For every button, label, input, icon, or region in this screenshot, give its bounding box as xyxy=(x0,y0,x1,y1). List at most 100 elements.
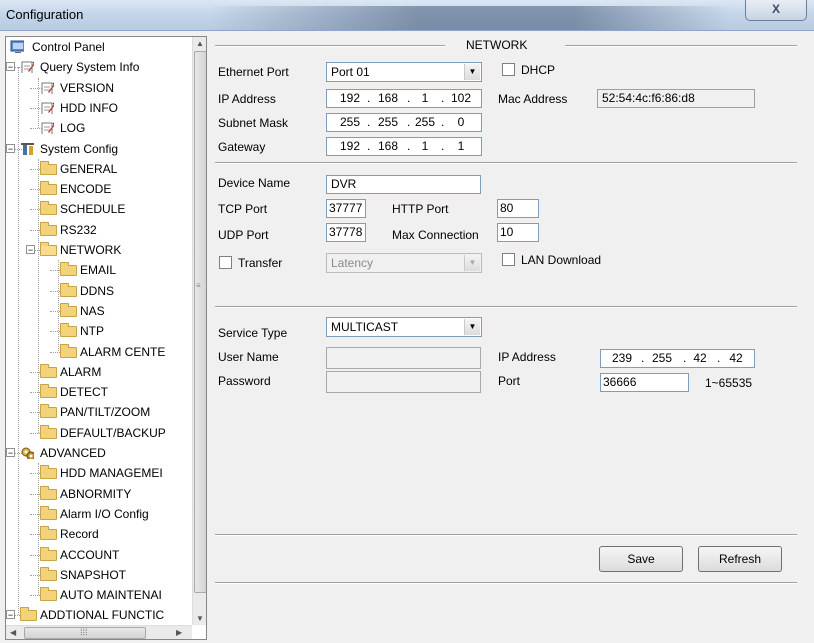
device-name-label: Device Name xyxy=(218,176,291,190)
ip-address-input[interactable]: 192. 168. 1. 102 xyxy=(326,89,482,108)
tree-item-label: ADDTIONAL FUNCTIC xyxy=(40,608,165,623)
tree-item-label: ABNORMITY xyxy=(60,486,132,501)
refresh-button[interactable]: Refresh xyxy=(698,546,782,572)
gateway-input[interactable]: 192. 168. 1. 1 xyxy=(326,137,482,156)
document-icon xyxy=(41,122,54,135)
tree-item-abnormity[interactable]: ABNORMITY xyxy=(6,484,192,504)
tree-item-alarm-i-o-config[interactable]: Alarm I/O Config xyxy=(6,504,192,524)
http-port-input[interactable]: 80 xyxy=(497,199,539,218)
tree-item-email[interactable]: EMAIL xyxy=(6,260,192,280)
port-input[interactable]: 36666 xyxy=(600,373,689,392)
chevron-down-icon: ▼ xyxy=(464,319,480,335)
service-ip-octet: 239 xyxy=(611,351,633,365)
tree-item-hdd-managemei[interactable]: HDD MANAGEMEI xyxy=(6,463,192,483)
service-type-value: MULTICAST xyxy=(331,320,399,334)
dhcp-checkbox[interactable] xyxy=(502,63,515,76)
tree-item-ntp[interactable]: NTP xyxy=(6,321,192,341)
scroll-down-arrow-icon[interactable]: ▼ xyxy=(196,614,204,623)
tree-item-query-system-info[interactable]: − Query System Info xyxy=(6,57,192,77)
document-icon xyxy=(41,82,54,94)
tree-item-label: SCHEDULE xyxy=(60,202,126,217)
password-input[interactable] xyxy=(326,371,481,393)
tree-item-control-panel[interactable]: Control Panel xyxy=(6,37,192,57)
tree-item-general[interactable]: GENERAL xyxy=(6,159,192,179)
folder-icon xyxy=(40,221,57,236)
folder-icon xyxy=(40,465,57,480)
tree-item-hdd-info[interactable]: HDD INFO xyxy=(6,98,192,118)
http-port-label: HTTP Port xyxy=(392,202,449,216)
tree-item-advanced[interactable]: − ADVANCED xyxy=(6,443,192,463)
folder-icon xyxy=(40,404,57,419)
folder-icon xyxy=(40,587,57,602)
scroll-left-arrow-icon[interactable]: ◀ xyxy=(10,628,16,637)
dhcp-label: DHCP xyxy=(521,63,556,77)
tree-item-label: ENCODE xyxy=(60,182,112,197)
folder-icon xyxy=(40,485,57,500)
collapse-toggle-icon[interactable]: − xyxy=(6,62,15,72)
ip-octet: 168 xyxy=(377,91,399,105)
collapse-toggle-icon[interactable]: − xyxy=(6,610,15,620)
tree-item-label: NETWORK xyxy=(60,243,122,257)
transfer-checkbox[interactable] xyxy=(219,256,232,269)
tree-item-alarm-cente[interactable]: ALARM CENTE xyxy=(6,342,192,362)
scroll-right-arrow-icon[interactable]: ▶ xyxy=(176,628,182,637)
folder-icon xyxy=(60,302,77,317)
service-ip-input[interactable]: 239. 255. 42. 42 xyxy=(600,349,755,368)
tree-item-label: GENERAL xyxy=(60,161,118,176)
transfer-select[interactable]: Latency ▼ xyxy=(326,253,482,273)
transfer-label: Transfer xyxy=(238,256,283,270)
max-connection-input[interactable]: 10 xyxy=(497,223,539,242)
tree-vertical-scroll-thumb[interactable] xyxy=(194,51,206,593)
tree-item-label: DEFAULT/BACKUP xyxy=(60,425,166,440)
tree-item-addtional-functic[interactable]: − ADDTIONAL FUNCTIC xyxy=(6,605,192,625)
scroll-up-arrow-icon[interactable]: ▲ xyxy=(196,39,204,48)
udp-port-input[interactable]: 37778 xyxy=(326,223,366,242)
folder-icon xyxy=(40,566,57,581)
tree-item-record[interactable]: Record xyxy=(6,524,192,544)
tcp-port-input[interactable]: 37777 xyxy=(326,199,366,218)
document-icon xyxy=(41,102,54,114)
subnet-octet: 255 xyxy=(414,115,436,129)
tree-item-network[interactable]: − NETWORK xyxy=(6,240,192,260)
divider xyxy=(215,306,797,308)
device-name-input[interactable]: DVR xyxy=(326,175,481,194)
tree-item-rs232[interactable]: RS232 xyxy=(6,220,192,240)
close-button[interactable]: X xyxy=(745,0,807,21)
tree-item-label: HDD MANAGEMEI xyxy=(60,466,163,481)
tree-item-label: EMAIL xyxy=(80,263,117,278)
collapse-toggle-icon[interactable]: − xyxy=(6,143,15,153)
service-ip-octet: 255 xyxy=(651,351,673,365)
ethernet-port-select[interactable]: Port 01 ▼ xyxy=(326,62,482,82)
tree-item-encode[interactable]: ENCODE xyxy=(6,179,192,199)
collapse-toggle-icon[interactable]: − xyxy=(26,245,35,255)
tree-item-ddns[interactable]: DDNS xyxy=(6,281,192,301)
tree-item-detect[interactable]: DETECT xyxy=(6,382,192,402)
tree-item-system-config[interactable]: − System Config xyxy=(6,139,192,159)
tree-item-account[interactable]: ACCOUNT xyxy=(6,545,192,565)
tree-item-label: Query System Info xyxy=(40,60,140,75)
tree-item-nas[interactable]: NAS xyxy=(6,301,192,321)
folder-icon xyxy=(40,424,57,439)
tree-item-alarm[interactable]: ALARM xyxy=(6,362,192,382)
lan-download-checkbox[interactable] xyxy=(502,253,515,266)
tree-item-label: VERSION xyxy=(60,80,115,95)
tree-item-label: NAS xyxy=(80,303,105,318)
tree-item-auto-maintenai[interactable]: AUTO MAINTENAI xyxy=(6,585,192,605)
service-type-select[interactable]: MULTICAST ▼ xyxy=(326,317,482,337)
chevron-down-icon: ▼ xyxy=(464,64,480,80)
tree-item-schedule[interactable]: SCHEDULE xyxy=(6,199,192,219)
gateway-label: Gateway xyxy=(218,140,266,154)
save-button[interactable]: Save xyxy=(599,546,683,572)
tree-item-label: Control Panel xyxy=(32,40,105,54)
tree-item-version[interactable]: VERSION xyxy=(6,78,192,98)
folder-icon xyxy=(40,546,57,561)
port-label: Port xyxy=(498,374,521,388)
user-name-input[interactable] xyxy=(326,347,481,369)
tree-item-pan-tilt-zoom[interactable]: PAN/TILT/ZOOM xyxy=(6,402,192,422)
tree-item-log[interactable]: LOG xyxy=(6,118,192,138)
collapse-toggle-icon[interactable]: − xyxy=(6,448,15,458)
subnet-mask-input[interactable]: 255. 255. 255. 0 xyxy=(326,113,482,132)
title-bar: Configuration X xyxy=(0,0,814,31)
tree-item-snapshot[interactable]: SNAPSHOT xyxy=(6,565,192,585)
tree-item-default-backup[interactable]: DEFAULT/BACKUP xyxy=(6,423,192,443)
